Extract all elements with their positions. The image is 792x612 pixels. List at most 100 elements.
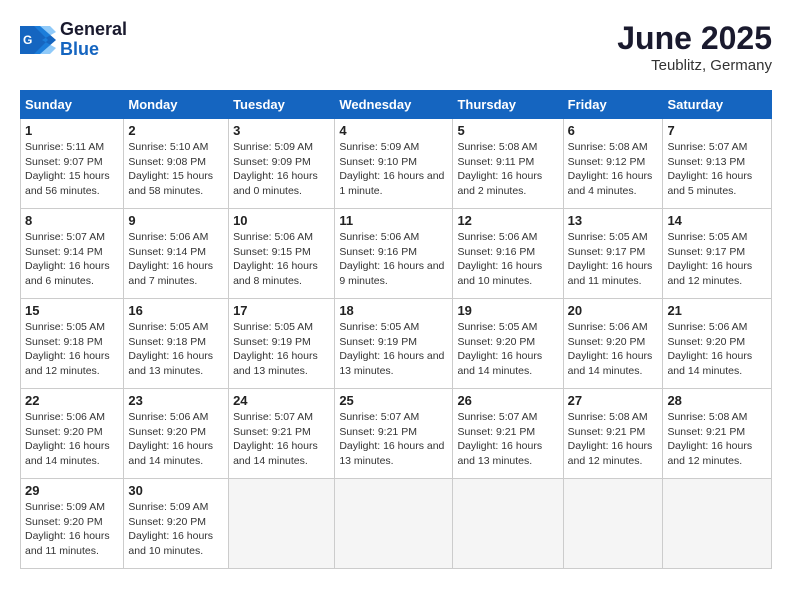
day-info: Sunrise: 5:10 AMSunset: 9:08 PMDaylight:… — [128, 140, 224, 199]
day-info: Sunrise: 5:09 AMSunset: 9:20 PMDaylight:… — [128, 500, 224, 559]
header-friday: Friday — [563, 91, 663, 119]
logo-icon: G — [20, 26, 56, 54]
day-info: Sunrise: 5:09 AMSunset: 9:09 PMDaylight:… — [233, 140, 330, 199]
day-number: 15 — [25, 303, 119, 318]
calendar-cell: 1Sunrise: 5:11 AMSunset: 9:07 PMDaylight… — [21, 119, 124, 209]
day-info: Sunrise: 5:06 AMSunset: 9:20 PMDaylight:… — [667, 320, 767, 379]
day-info: Sunrise: 5:05 AMSunset: 9:19 PMDaylight:… — [233, 320, 330, 379]
calendar-cell: 18 Sunrise: 5:05 AMSunset: 9:19 PMDayligh… — [335, 299, 453, 389]
calendar-cell: 3 Sunrise: 5:09 AMSunset: 9:09 PMDaylight… — [229, 119, 335, 209]
calendar-cell: 21Sunrise: 5:06 AMSunset: 9:20 PMDayligh… — [663, 299, 772, 389]
day-number: 28 — [667, 393, 767, 408]
logo-line1: General — [60, 20, 127, 40]
day-info: Sunrise: 5:05 AMSunset: 9:17 PMDaylight:… — [667, 230, 767, 289]
calendar-cell: 28Sunrise: 5:08 AMSunset: 9:21 PMDayligh… — [663, 389, 772, 479]
calendar-cell: 26 Sunrise: 5:07 AMSunset: 9:21 PMDayligh… — [453, 389, 563, 479]
calendar-cell: 19 Sunrise: 5:05 AMSunset: 9:20 PMDayligh… — [453, 299, 563, 389]
day-number: 18 — [339, 303, 448, 318]
day-info: Sunrise: 5:06 AMSunset: 9:16 PMDaylight:… — [339, 230, 448, 289]
header-sunday: Sunday — [21, 91, 124, 119]
day-info: Sunrise: 5:06 AMSunset: 9:16 PMDaylight:… — [457, 230, 558, 289]
calendar-cell: 11 Sunrise: 5:06 AMSunset: 9:16 PMDayligh… — [335, 209, 453, 299]
day-number: 10 — [233, 213, 330, 228]
calendar-week-3: 15 Sunrise: 5:05 AMSunset: 9:18 PMDayligh… — [21, 299, 772, 389]
day-number: 24 — [233, 393, 330, 408]
day-number: 16 — [128, 303, 224, 318]
day-number: 5 — [457, 123, 558, 138]
calendar-cell: 14 Sunrise: 5:05 AMSunset: 9:17 PMDayligh… — [663, 209, 772, 299]
day-number: 3 — [233, 123, 330, 138]
day-info: Sunrise: 5:07 AMSunset: 9:21 PMDaylight:… — [233, 410, 330, 469]
day-info: Sunrise: 5:07 AMSunset: 9:21 PMDaylight:… — [457, 410, 558, 469]
day-number: 12 — [457, 213, 558, 228]
day-info: Sunrise: 5:05 AMSunset: 9:20 PMDaylight:… — [457, 320, 558, 379]
day-number: 30 — [128, 483, 224, 498]
header-tuesday: Tuesday — [229, 91, 335, 119]
calendar-week-5: 29 Sunrise: 5:09 AMSunset: 9:20 PMDayligh… — [21, 479, 772, 569]
day-info: Sunrise: 5:08 AMSunset: 9:21 PMDaylight:… — [568, 410, 659, 469]
day-number: 19 — [457, 303, 558, 318]
day-number: 13 — [568, 213, 659, 228]
calendar-cell: 12 Sunrise: 5:06 AMSunset: 9:16 PMDayligh… — [453, 209, 563, 299]
calendar-cell: 8 Sunrise: 5:07 AMSunset: 9:14 PMDaylight… — [21, 209, 124, 299]
day-number: 2 — [128, 123, 224, 138]
day-info: Sunrise: 5:06 AMSunset: 9:20 PMDaylight:… — [568, 320, 659, 379]
day-info: Sunrise: 5:09 AMSunset: 9:10 PMDaylight:… — [339, 140, 448, 199]
calendar-cell — [335, 479, 453, 569]
calendar-week-2: 8 Sunrise: 5:07 AMSunset: 9:14 PMDaylight… — [21, 209, 772, 299]
day-info: Sunrise: 5:09 AMSunset: 9:20 PMDaylight:… — [25, 500, 119, 559]
calendar-table: SundayMondayTuesdayWednesdayThursdayFrid… — [20, 90, 772, 569]
header-wednesday: Wednesday — [335, 91, 453, 119]
calendar-title: June 2025 — [617, 20, 772, 57]
calendar-cell — [453, 479, 563, 569]
calendar-cell: 20 Sunrise: 5:06 AMSunset: 9:20 PMDayligh… — [563, 299, 663, 389]
calendar-cell: 10 Sunrise: 5:06 AMSunset: 9:15 PMDayligh… — [229, 209, 335, 299]
calendar-cell: 6 Sunrise: 5:08 AMSunset: 9:12 PMDaylight… — [563, 119, 663, 209]
calendar-cell: 2 Sunrise: 5:10 AMSunset: 9:08 PMDaylight… — [124, 119, 229, 209]
day-info: Sunrise: 5:06 AMSunset: 9:20 PMDaylight:… — [25, 410, 119, 469]
day-info: Sunrise: 5:06 AMSunset: 9:15 PMDaylight:… — [233, 230, 330, 289]
calendar-cell: 13 Sunrise: 5:05 AMSunset: 9:17 PMDayligh… — [563, 209, 663, 299]
calendar-cell: 22Sunrise: 5:06 AMSunset: 9:20 PMDayligh… — [21, 389, 124, 479]
day-number: 29 — [25, 483, 119, 498]
calendar-cell: 27 Sunrise: 5:08 AMSunset: 9:21 PMDayligh… — [563, 389, 663, 479]
calendar-cell: 5 Sunrise: 5:08 AMSunset: 9:11 PMDaylight… — [453, 119, 563, 209]
header-saturday: Saturday — [663, 91, 772, 119]
logo: G General Blue — [20, 20, 127, 60]
day-number: 27 — [568, 393, 659, 408]
day-number: 14 — [667, 213, 767, 228]
day-info: Sunrise: 5:07 AMSunset: 9:13 PMDaylight:… — [667, 140, 767, 199]
day-number: 6 — [568, 123, 659, 138]
calendar-cell: 16 Sunrise: 5:05 AMSunset: 9:18 PMDayligh… — [124, 299, 229, 389]
day-number: 1 — [25, 123, 119, 138]
day-info: Sunrise: 5:05 AMSunset: 9:17 PMDaylight:… — [568, 230, 659, 289]
day-info: Sunrise: 5:08 AMSunset: 9:12 PMDaylight:… — [568, 140, 659, 199]
calendar-cell: 30 Sunrise: 5:09 AMSunset: 9:20 PMDayligh… — [124, 479, 229, 569]
page-header: G General Blue June 2025 Teublitz, Germa… — [20, 20, 772, 74]
day-info: Sunrise: 5:08 AMSunset: 9:11 PMDaylight:… — [457, 140, 558, 199]
calendar-cell: 17Sunrise: 5:05 AMSunset: 9:19 PMDayligh… — [229, 299, 335, 389]
calendar-week-1: 1Sunrise: 5:11 AMSunset: 9:07 PMDaylight… — [21, 119, 772, 209]
day-info: Sunrise: 5:05 AMSunset: 9:18 PMDaylight:… — [128, 320, 224, 379]
day-number: 25 — [339, 393, 448, 408]
calendar-cell: 4Sunrise: 5:09 AMSunset: 9:10 PMDaylight… — [335, 119, 453, 209]
day-number: 11 — [339, 213, 448, 228]
day-number: 23 — [128, 393, 224, 408]
calendar-cell: 9Sunrise: 5:06 AMSunset: 9:14 PMDaylight… — [124, 209, 229, 299]
calendar-week-4: 22Sunrise: 5:06 AMSunset: 9:20 PMDayligh… — [21, 389, 772, 479]
calendar-cell — [563, 479, 663, 569]
day-number: 8 — [25, 213, 119, 228]
day-info: Sunrise: 5:07 AMSunset: 9:14 PMDaylight:… — [25, 230, 119, 289]
header-thursday: Thursday — [453, 91, 563, 119]
day-number: 26 — [457, 393, 558, 408]
calendar-cell: 7Sunrise: 5:07 AMSunset: 9:13 PMDaylight… — [663, 119, 772, 209]
day-info: Sunrise: 5:05 AMSunset: 9:19 PMDaylight:… — [339, 320, 448, 379]
day-info: Sunrise: 5:06 AMSunset: 9:20 PMDaylight:… — [128, 410, 224, 469]
calendar-subtitle: Teublitz, Germany — [617, 57, 772, 74]
header-monday: Monday — [124, 91, 229, 119]
calendar-header-row: SundayMondayTuesdayWednesdayThursdayFrid… — [21, 91, 772, 119]
day-info: Sunrise: 5:05 AMSunset: 9:18 PMDaylight:… — [25, 320, 119, 379]
day-number: 20 — [568, 303, 659, 318]
logo-line2: Blue — [60, 40, 127, 60]
day-number: 9 — [128, 213, 224, 228]
